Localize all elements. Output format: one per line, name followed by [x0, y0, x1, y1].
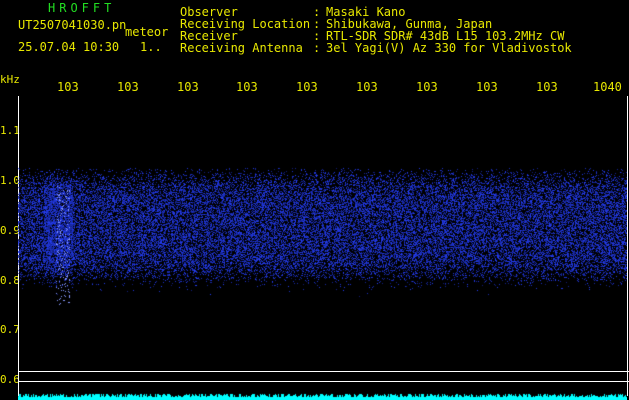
y-tick-label: 0.7	[0, 323, 20, 336]
y-tick-label: 0.6	[0, 373, 20, 386]
event-type: meteor	[125, 25, 169, 39]
x-tick-label: 103	[356, 80, 378, 94]
x-tick-label: 103	[416, 80, 438, 94]
y-tick-label: 1.1	[0, 124, 20, 137]
x-tick-label: 103	[296, 80, 318, 94]
datetime: 25.07.04 10:30	[18, 40, 120, 54]
x-tick-label: 103	[536, 80, 558, 94]
info-antenna-value: 3el Yagi(V) Az 330 for Vladivostok	[326, 41, 572, 55]
x-tick-label: 103	[476, 80, 498, 94]
y-unit-label: kHz	[0, 73, 20, 86]
info-colon: :	[313, 41, 321, 55]
y-tick-label: 1.0	[0, 174, 20, 187]
x-tick-label: 103	[117, 80, 139, 94]
y-tick-label: 0.9	[0, 224, 20, 237]
plot-right-border	[627, 96, 628, 396]
filename: UT2507041030.pn	[18, 18, 127, 32]
x-tick-label: 103	[177, 80, 199, 94]
info-antenna-label: Receiving Antenna	[180, 41, 303, 55]
counter: 1..	[140, 40, 162, 54]
y-tick-label: 0.8	[0, 274, 20, 287]
x-tick-label: 103	[236, 80, 258, 94]
x-tick-label: 103	[57, 80, 79, 94]
app-title: HROFFT	[48, 1, 116, 15]
waterfall-spectrogram	[18, 96, 627, 400]
x-tick-label: 1040	[593, 80, 622, 94]
